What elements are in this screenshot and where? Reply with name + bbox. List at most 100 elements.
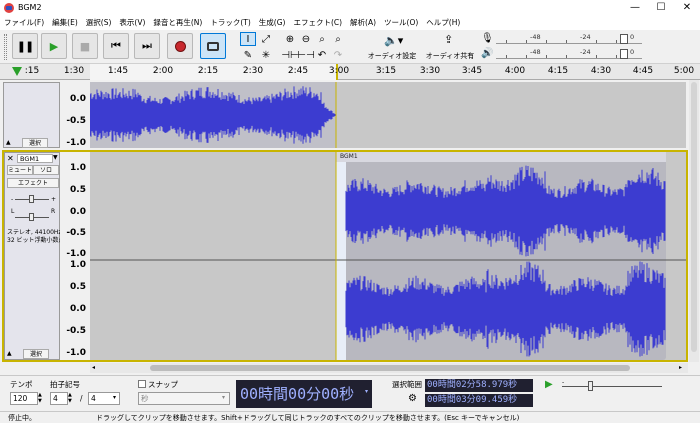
effects-button[interactable]: エフェクト (7, 178, 59, 188)
selection-start-time[interactable]: 00時間02分58.979秒 (425, 379, 533, 392)
tempo-input[interactable]: 120 (10, 392, 38, 405)
audacity-logo-icon (4, 3, 14, 13)
stop-button[interactable]: ■ (72, 33, 98, 59)
vertical-scrollbar-thumb[interactable] (691, 82, 697, 352)
timeline-label: 4:45 (632, 66, 654, 76)
chevron-down-icon[interactable]: ▾ (222, 394, 225, 401)
draw-tool[interactable]: ✎ (240, 48, 256, 62)
horizontal-scrollbar[interactable]: ◂ ▸ (90, 363, 688, 373)
share-audio-label: オーディオ共有 (425, 52, 475, 60)
skip-to-start-button[interactable]: ⏮ (103, 33, 129, 59)
menu-select[interactable]: 選択(S) (82, 16, 116, 30)
minimize-button[interactable]: — (622, 0, 648, 16)
playback-meter-thumb[interactable] (620, 49, 628, 59)
upper-spinner-icon[interactable]: ▲ ▼ (68, 392, 72, 404)
record-button[interactable] (167, 33, 193, 59)
speaker-meter-icon: 🔊 (481, 48, 494, 59)
time-format-chevron-icon[interactable]: ▾ (365, 388, 368, 395)
menu-effect[interactable]: エフェクト(C) (289, 16, 346, 30)
playback-speed-slider[interactable] (562, 386, 662, 387)
close-button[interactable]: ✕ (674, 0, 700, 16)
scroll-left-icon[interactable]: ◂ (92, 364, 95, 371)
selection-tool[interactable]: I (240, 32, 256, 46)
record-meter-thumb[interactable] (620, 34, 628, 44)
mute-button[interactable]: ミュート (7, 165, 33, 175)
scale-label: -0.5 (66, 326, 86, 336)
fit-project-button[interactable]: ⌕ (330, 32, 346, 46)
share-audio-button[interactable]: ⇪ オーディオ共有 (424, 32, 476, 62)
track2-control-panel[interactable]: ✕ BGM1 ▼ ミュート ソロ エフェクト - + L R ステレオ, 441… (4, 152, 65, 360)
play-button[interactable]: ▶ (41, 33, 67, 59)
track2-vertical-scale[interactable]: 1.0 0.5 0.0 -0.5 -1.0 1.0 0.5 0.0 -0.5 -… (60, 152, 90, 360)
track2-name-menu[interactable]: BGM1 (17, 154, 53, 163)
audio-setup-button[interactable]: 🔈▾ オーディオ設定 (364, 32, 420, 62)
fit-selection-button[interactable]: ⌕ (314, 32, 330, 46)
gain-slider-thumb[interactable] (29, 195, 34, 203)
tempo-spinner-icon[interactable]: ▲ ▼ (38, 392, 42, 404)
fit-selection-icon: ⌕ (319, 33, 325, 45)
playback-speed-thumb[interactable] (588, 381, 593, 391)
clip-name[interactable]: BGM1 (340, 153, 358, 160)
time-display[interactable]: 00時間00分00秒 (236, 380, 372, 408)
pause-button[interactable]: ❚❚ (12, 33, 38, 59)
menu-generate[interactable]: 生成(G) (255, 16, 290, 30)
envelope-icon: ⤢ (262, 33, 270, 45)
scrollbar-thumb[interactable] (150, 365, 630, 371)
track1-control-panel[interactable]: ▲ 選択 (3, 82, 60, 148)
undo-button[interactable]: ↶ (314, 48, 330, 62)
menu-help[interactable]: ヘルプ(H) (422, 16, 464, 30)
undo-icon: ↶ (317, 49, 327, 61)
track2-waveform-area[interactable]: BGM1 (90, 152, 686, 360)
record-icon (174, 40, 186, 52)
pencil-icon: ✎ (243, 49, 253, 61)
play-head-marker-icon[interactable] (12, 67, 22, 76)
play-at-speed-icon[interactable]: ▶ (545, 379, 553, 390)
vertical-scrollbar[interactable] (689, 80, 699, 362)
selection-end-time[interactable]: 00時間03分09.459秒 (425, 394, 533, 407)
scroll-right-icon[interactable]: ▸ (679, 364, 682, 371)
time-signature-upper[interactable]: 4 (50, 392, 68, 405)
trim-button[interactable]: ⊣⊢ (281, 48, 299, 62)
solo-button[interactable]: ソロ (33, 165, 59, 175)
menu-analyze[interactable]: 解析(A) (346, 16, 380, 30)
menu-view[interactable]: 表示(V) (115, 16, 149, 30)
bottom-toolbar: テンポ 120 ▲ ▼ 拍子記号 4 ▲ ▼ / 4 ▾ スナップ 秒 ▾ 00時間… (0, 375, 700, 411)
track1-select-button[interactable]: 選択 (22, 138, 48, 148)
skip-to-end-button[interactable]: ⏭ (134, 33, 160, 59)
loop-button[interactable] (200, 33, 226, 59)
menu-tracks[interactable]: トラック(T) (206, 16, 254, 30)
menu-file[interactable]: ファイル(F) (0, 16, 48, 30)
timeline-label: 4:15 (547, 66, 569, 76)
toolbar: ❚❚ ▶ ■ ⏮ ⏭ I ⤢ ✎ ✳ ⊕ ⊖ ⌕ ⌕ ⊣⊢ ⊢⊣ ↶ ↷ 🔈▾ … (0, 30, 700, 64)
track-menu-chevron-icon[interactable]: ▼ (53, 154, 58, 161)
multi-tool[interactable]: ✳ (258, 48, 274, 62)
zoom-in-button[interactable]: ⊕ (282, 32, 298, 46)
track-close-icon[interactable]: ✕ (7, 154, 14, 163)
snap-checkbox[interactable] (138, 380, 146, 388)
zoom-out-button[interactable]: ⊖ (298, 32, 314, 46)
maximize-button[interactable]: ☐ (648, 0, 674, 16)
track1-vertical-scale[interactable]: 0.0 -0.5 -1.0 (60, 82, 90, 148)
collapse-arrow-icon[interactable]: ▲ (6, 139, 11, 146)
menu-transport[interactable]: 録音と再生(N) (149, 16, 206, 30)
toolbar-grip[interactable] (4, 34, 7, 60)
timeline-ruler[interactable]: :15 1:30 1:45 2:00 2:15 2:30 2:45 3:00 3… (0, 64, 700, 80)
snap-unit-select[interactable]: 秒 (138, 392, 230, 405)
menu-tools[interactable]: ツール(O) (380, 16, 422, 30)
silence-button[interactable]: ⊢⊣ (297, 48, 314, 62)
redo-button[interactable]: ↷ (330, 48, 346, 62)
track1-waveform-area[interactable] (90, 82, 686, 148)
chevron-down-icon[interactable]: ▾ (113, 394, 116, 401)
track2-select-button[interactable]: 選択 (23, 349, 49, 359)
trim-icon: ⊣⊢ (281, 49, 299, 61)
collapse-arrow-icon[interactable]: ▲ (7, 350, 12, 357)
selection-settings-gear-icon[interactable]: ⚙ (408, 393, 417, 404)
pan-slider-thumb[interactable] (29, 213, 34, 221)
time-signature-separator: / (80, 394, 83, 403)
timeline-label: 3:15 (375, 66, 397, 76)
envelope-tool[interactable]: ⤢ (258, 32, 274, 46)
scale-label: 1.0 (70, 260, 86, 270)
menu-edit[interactable]: 編集(E) (48, 16, 82, 30)
track-bitdepth-info: 32 ビット浮動小数点 (7, 237, 65, 244)
microphone-icon: 🎙 (481, 33, 494, 44)
